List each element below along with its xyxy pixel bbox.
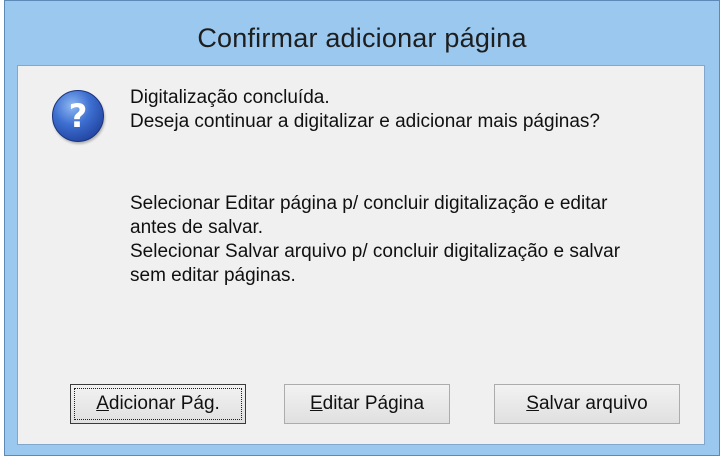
message-line: Selecionar Salvar arquivo p/ concluir di…: [130, 241, 621, 262]
add-page-button-label: Adicionar Pág.: [96, 393, 220, 414]
message-line: Selecionar Editar página p/ concluir dig…: [130, 193, 608, 214]
message-line: antes de salvar.: [130, 217, 264, 238]
message-line: Deseja continuar a digitalizar e adicion…: [130, 111, 600, 132]
dialog-window: Confirmar adicionar página ? Digitalizaç…: [4, 0, 720, 456]
instructions-message: Selecionar Editar página p/ concluir dig…: [130, 192, 690, 288]
save-file-button[interactable]: Salvar arquivo: [494, 384, 680, 424]
save-file-button-label: Salvar arquivo: [526, 393, 648, 414]
edit-page-button-label: Editar Página: [309, 393, 425, 414]
message-line: sem editar páginas.: [130, 265, 296, 286]
dialog-title: Confirmar adicionar página: [197, 23, 527, 53]
svg-text:?: ?: [69, 97, 88, 135]
status-message: Digitalização concluída. Deseja continua…: [130, 86, 600, 134]
message-line: Digitalização concluída.: [130, 87, 330, 108]
add-page-button[interactable]: Adicionar Pág.: [70, 384, 246, 424]
question-icon: ?: [52, 90, 104, 142]
dialog-body: ? Digitalização concluída. Deseja contin…: [17, 65, 705, 445]
edit-page-button[interactable]: Editar Página: [284, 384, 450, 424]
